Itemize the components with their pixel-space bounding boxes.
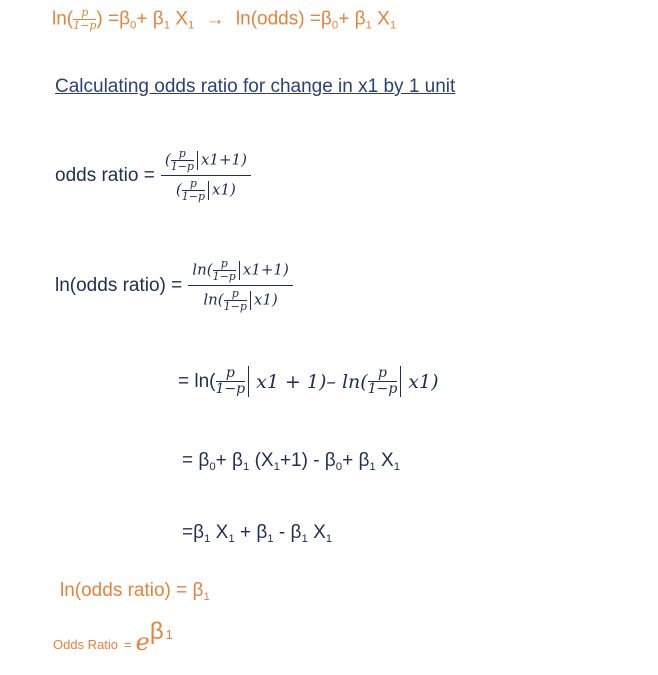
ln-odds-ratio-label: ln(odds ratio) = [55, 274, 183, 296]
arrow-icon: → [205, 8, 225, 30]
p-over-1-minus-p: p 1−p [73, 6, 97, 32]
odds-ratio-final-label: Odds Ratio [53, 637, 119, 652]
logit-formula: ln(p 1−p) =β0+ β1 X1 → ln(odds) =β0+ β1 X… [52, 6, 397, 32]
section-heading: Calculating odds ratio for change in x1 … [55, 76, 456, 97]
step-beta-substitution: = β0+ β1 (X1+1) - β0+ β1 X1 [182, 450, 401, 473]
odds-ratio-definition: odds ratio = (p 1−p x1+1) (p 1−p x1) [55, 148, 253, 203]
result-ln-odds-ratio: ln(odds ratio) = β1 [60, 580, 210, 603]
step-ln-difference: = ln( p 1−p x1 + 1)– ln( p 1−p x1) [178, 365, 439, 397]
final-odds-ratio: Odds Ratio = e β 1 [53, 618, 173, 656]
step-simplify: =β1 X1 + β1 - β1 X1 [182, 522, 333, 545]
ln-odds-ratio-definition: ln(odds ratio) = ln(p 1−p x1+1) ln(p 1−p x1) [55, 258, 295, 313]
ln-text: ln( [52, 8, 74, 30]
odds-ratio-label: odds ratio = [55, 164, 155, 186]
ln-odds-ratio-fraction: ln(p 1−p x1+1) ln(p 1−p x1) [188, 258, 293, 313]
odds-ratio-fraction: (p 1−p x1+1) (p 1−p x1) [160, 148, 251, 203]
